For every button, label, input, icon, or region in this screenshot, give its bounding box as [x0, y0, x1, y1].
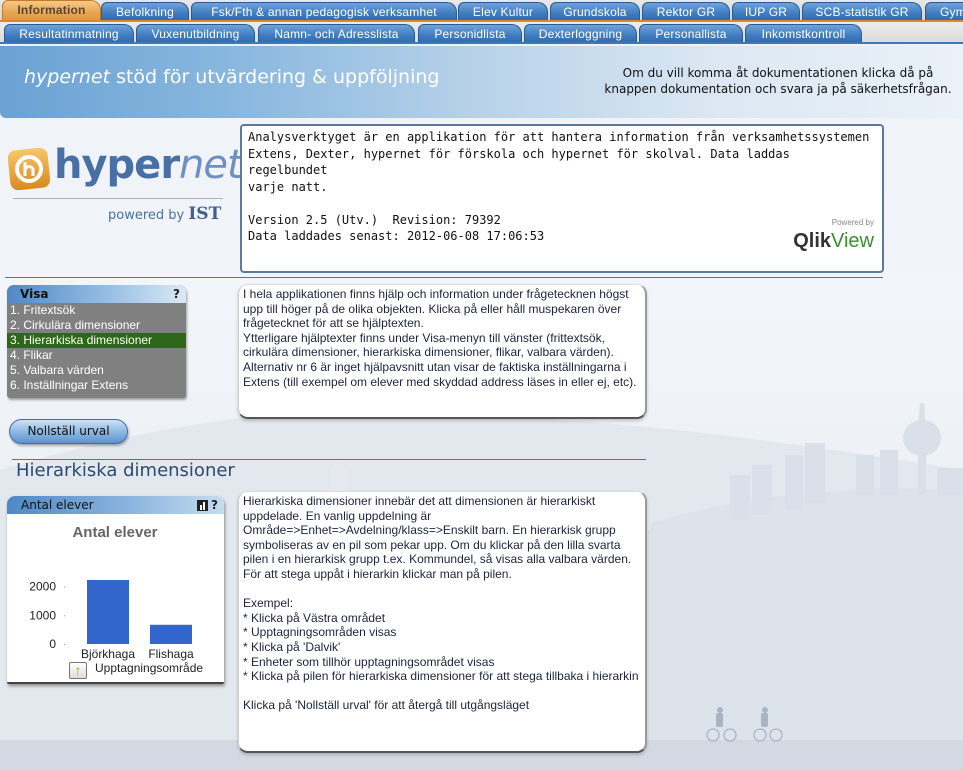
help-text-box-general: I hela applikationen finns hjälp och inf…: [238, 284, 647, 419]
antal-elever-chart: Antal elever ? Antal elever 0 1000 2000 Bj…: [7, 496, 224, 684]
visa-item-fritextsok[interactable]: 1. Fritextsök: [7, 303, 186, 318]
help-icon[interactable]: ?: [173, 285, 180, 303]
app-title: hypernet stöd för utvärdering & uppföljn…: [24, 66, 439, 88]
visa-item-hierarkiska-dimensioner[interactable]: 3. Hierarkiska dimensioner: [7, 333, 186, 348]
main-tab-bar: Information Befolkning Fsk/Fth & annan p…: [0, 0, 963, 22]
documentation-note: Om du vill komma åt dokumentationen klic…: [590, 65, 963, 97]
tab-personidlista[interactable]: Personidlista: [418, 24, 522, 42]
tab-rektor-gr[interactable]: Rektor GR: [642, 2, 730, 20]
hypernet-at-icon: [8, 148, 50, 190]
logo-divider: [13, 198, 223, 199]
ist-brand: IST: [188, 204, 222, 224]
tab-inkomstkontroll[interactable]: Inkomstkontroll: [745, 24, 862, 42]
chart-type-icon[interactable]: [197, 499, 209, 511]
qlik-bold: Qlik: [793, 230, 831, 252]
visa-item-installningar-extens[interactable]: 6. Inställningar Extens: [7, 378, 186, 393]
chart-header: Antal elever ?: [7, 496, 224, 514]
visa-item-valbara-varden[interactable]: 5. Valbara värden: [7, 363, 186, 378]
tab-dexterloggning[interactable]: Dexterloggning: [524, 24, 637, 42]
tab-fsk-fth[interactable]: Fsk/Fth & annan pedagogisk verksamhet: [191, 2, 457, 20]
powered-by-text: powered by: [108, 208, 189, 223]
visa-item-flikar[interactable]: 4. Flikar: [7, 348, 186, 363]
y-tick-mark: [64, 615, 65, 617]
app-title-rest: stöd för utvärdering & uppföljning: [110, 66, 440, 88]
chart-title: Antal elever: [72, 524, 157, 541]
visa-listbox: Visa ? 1. Fritextsök 2. Cirkulära dimens…: [7, 285, 186, 398]
tab-vuxenutbildning[interactable]: Vuxenutbildning: [136, 24, 255, 42]
drill-up-arrow-icon[interactable]: ↑: [69, 662, 87, 679]
tab-resultatinmatning[interactable]: Resultatinmatning: [4, 24, 134, 42]
qlikview-logo: Powered by QlikView: [793, 215, 874, 252]
y-tick-label: 0: [49, 637, 56, 651]
divider-top: [5, 277, 883, 278]
tab-scb-statistik-gr[interactable]: SCB-statistik GR: [802, 2, 922, 20]
sub-tab-bar: Resultatinmatning Vuxenutbildning Namn- …: [0, 22, 963, 44]
bar-chart: Antal elever 0 1000 2000 Björkhaga Flishaga…: [29, 524, 203, 675]
y-tick-label: 2000: [29, 580, 56, 594]
visa-item-cirkulara-dimensioner[interactable]: 2. Cirkulära dimensioner: [7, 318, 186, 333]
header-banner: hypernet stöd för utvärdering & uppföljn…: [0, 46, 963, 118]
help-text-box-hierarchical: Hierarkiska dimensioner innebär det att …: [238, 491, 647, 753]
x-tick-label[interactable]: Flishaga: [148, 647, 194, 661]
x-tick-label[interactable]: Björkhaga: [81, 647, 135, 661]
tab-personallista[interactable]: Personallista: [639, 24, 743, 42]
documentation-note-line1: Om du vill komma åt dokumentationen klic…: [622, 66, 934, 80]
tab-information[interactable]: Information: [2, 0, 101, 20]
help-icon[interactable]: ?: [211, 498, 218, 512]
visa-title: Visa: [20, 287, 49, 301]
y-tick-label: 1000: [29, 608, 56, 622]
y-tick-mark: [64, 586, 65, 588]
section-title: Hierarkiska dimensioner: [16, 460, 235, 481]
tab-befolkning[interactable]: Befolkning: [101, 2, 189, 20]
tab-gym[interactable]: Gym: [925, 2, 963, 20]
powered-by-ist: powered by IST: [108, 204, 221, 224]
chart-caption: Antal elever: [21, 498, 94, 512]
reset-selection-button[interactable]: Nollställ urval: [9, 419, 128, 444]
logo-wordmark: hypernet: [54, 142, 243, 188]
qlik-view: View: [831, 230, 874, 252]
bar-björkhaga[interactable]: [87, 580, 129, 644]
app-info-text: Analysverktyget är en applikation för at…: [248, 130, 870, 243]
qlikview-powered-by: Powered by: [831, 217, 874, 227]
documentation-note-line2: knappen dokumentation och svara ja på sä…: [604, 82, 952, 96]
tab-elev-kultur[interactable]: Elev Kultur: [458, 2, 548, 20]
bar-flishaga[interactable]: [150, 624, 192, 644]
visa-header: Visa ?: [7, 285, 186, 303]
hypernet-logo: hypernet powered by IST: [8, 140, 243, 230]
help-text-general: I hela applikationen finns hjälp och inf…: [243, 287, 637, 389]
tab-iup-gr[interactable]: IUP GR: [732, 2, 800, 20]
tab-grundskola[interactable]: Grundskola: [550, 2, 640, 20]
y-tick-mark: [64, 644, 65, 645]
x-axis-label: Upptagningsområde: [95, 661, 203, 675]
app-info-box: Analysverktyget är en applikation för at…: [240, 124, 884, 273]
tab-namn-och-adresslista[interactable]: Namn- och Adresslista: [258, 24, 415, 42]
logo-word-light: net: [179, 142, 243, 188]
logo-word-bold: hyper: [54, 142, 180, 188]
help-text-hierarchical: Hierarkiska dimensioner innebär det att …: [243, 494, 639, 713]
app-title-brand: hypernet: [24, 66, 111, 88]
